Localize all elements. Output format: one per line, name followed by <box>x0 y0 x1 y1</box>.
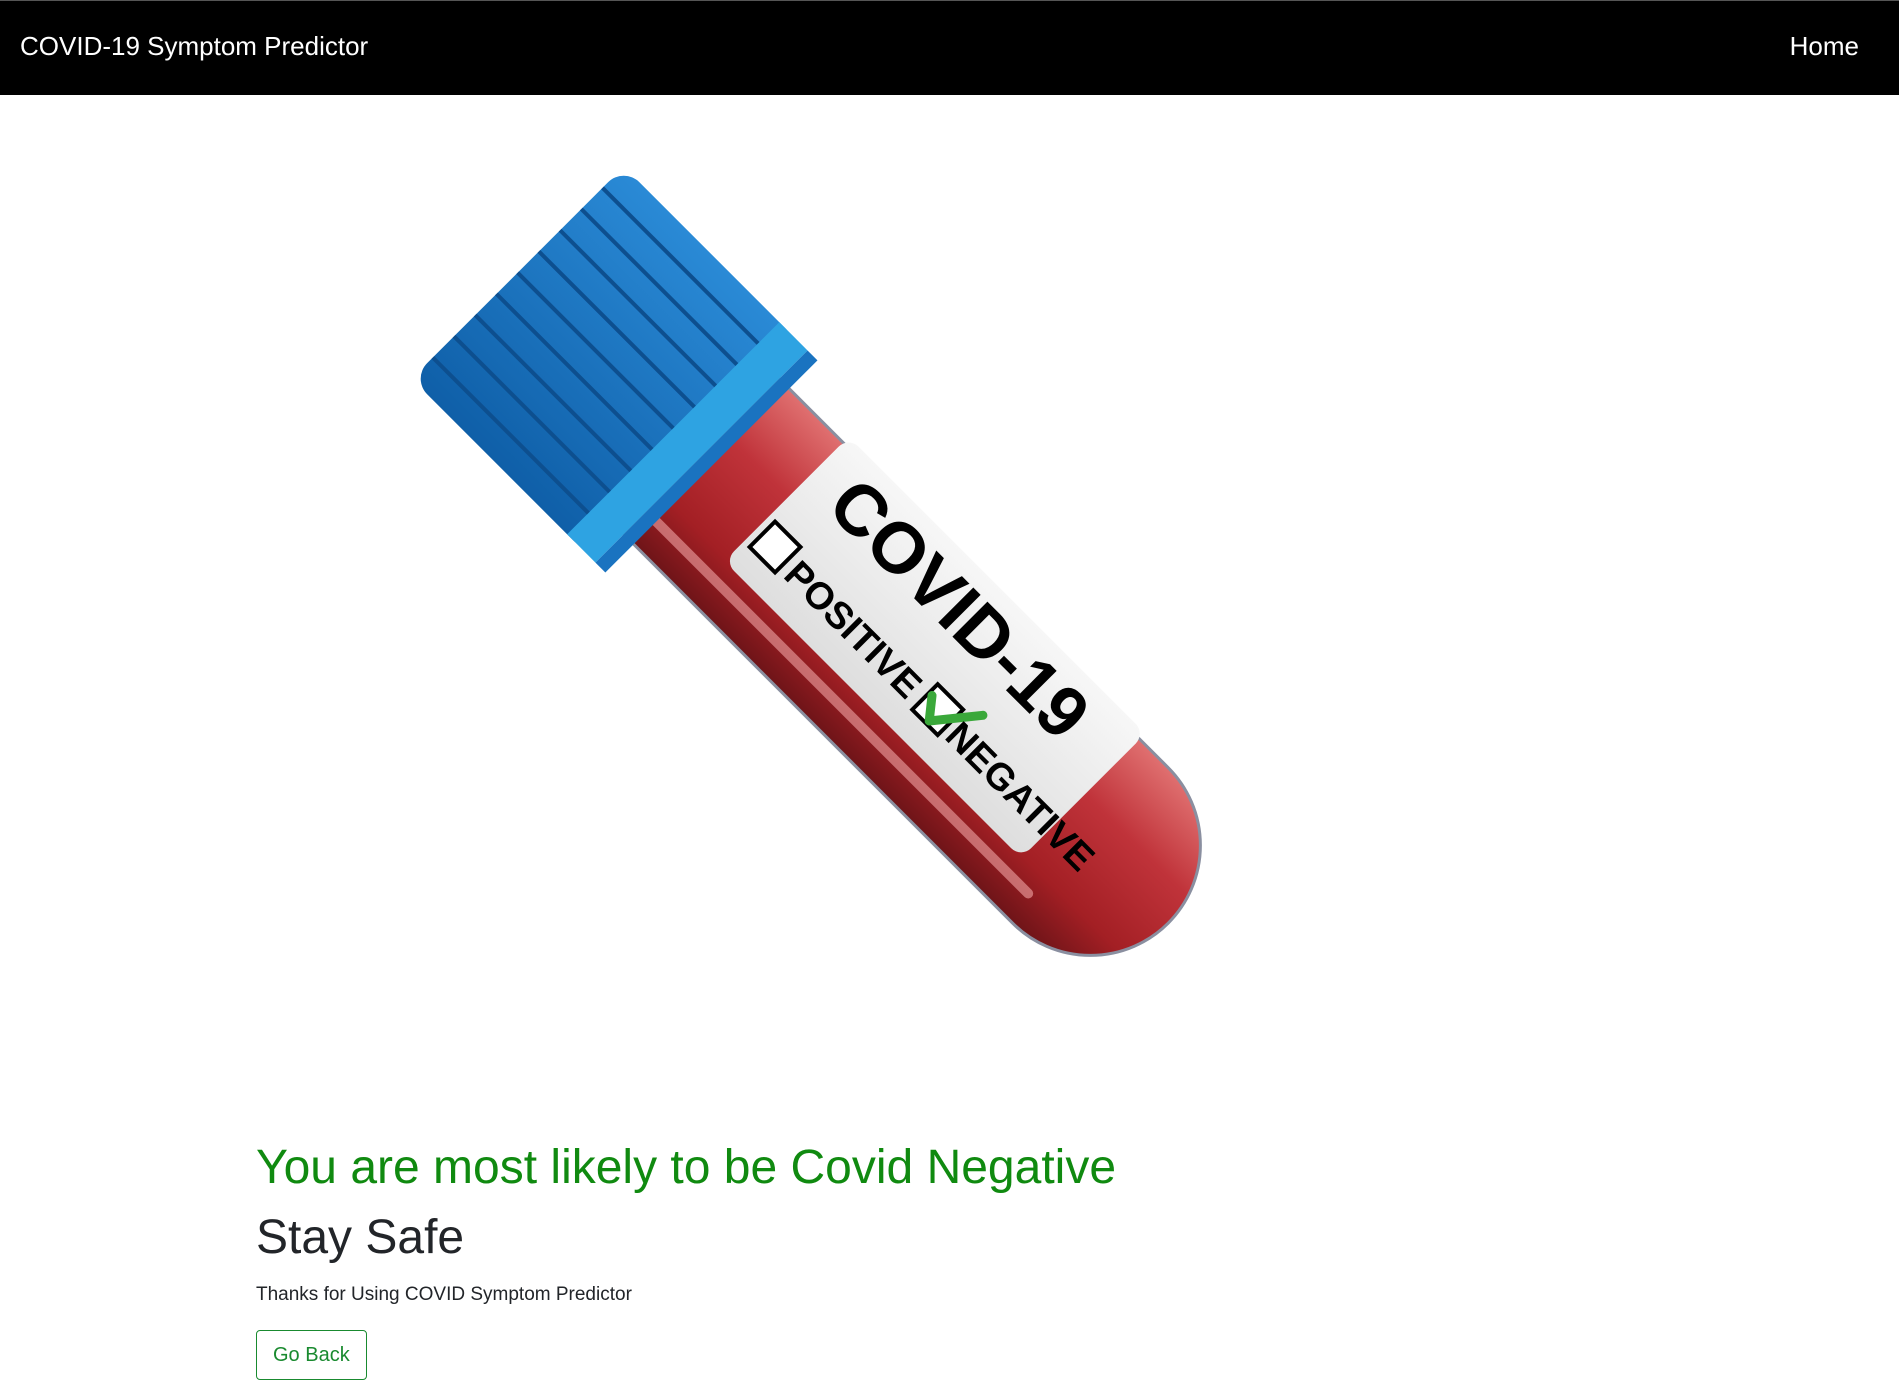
brand-link[interactable]: COVID-19 Symptom Predictor <box>20 33 368 59</box>
thanks-text: Thanks for Using COVID Symptom Predictor <box>256 1284 632 1305</box>
stay-safe-heading: Stay Safe <box>256 1211 465 1264</box>
nav-home-link[interactable]: Home <box>1790 33 1859 59</box>
test-tube-illustration: COVID-19 POSITIVE NEGATIVE <box>420 175 1202 957</box>
navbar: COVID-19 Symptom Predictor Home <box>0 0 1899 95</box>
result-heading: You are most likely to be Covid Negative <box>256 1141 1117 1194</box>
go-back-button[interactable]: Go Back <box>256 1330 367 1380</box>
